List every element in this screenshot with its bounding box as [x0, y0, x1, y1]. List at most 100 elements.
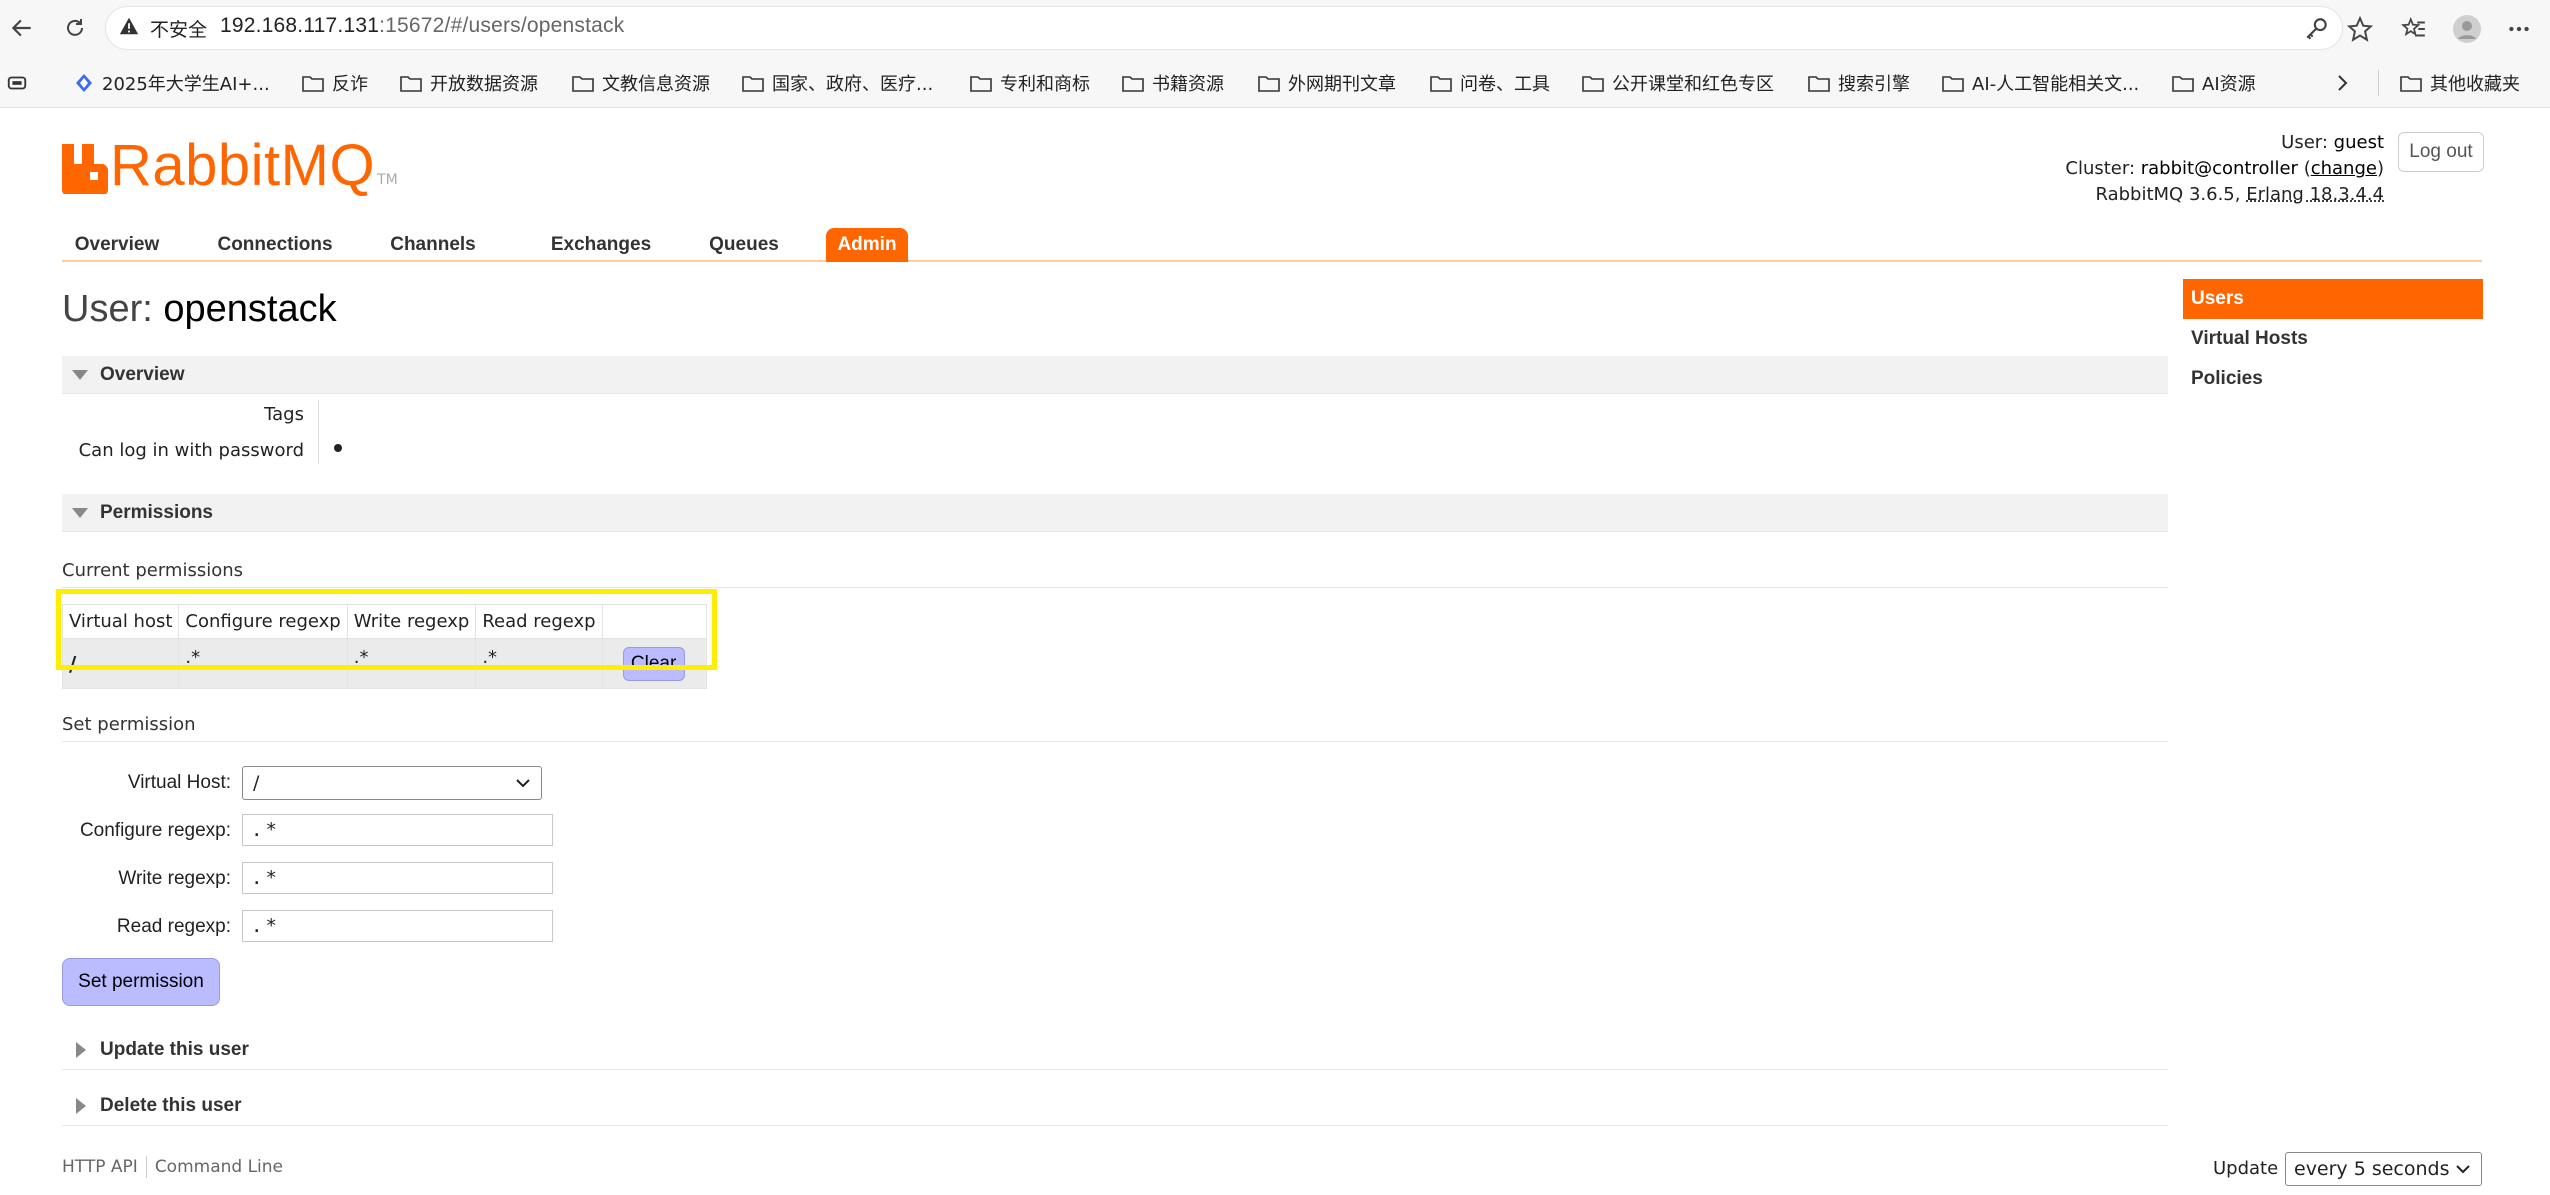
bookmark-label: 专利和商标 [1000, 74, 1090, 95]
bookmarks-bar: 2025年大学生AI+... 反诈 开放数据资源 文教信息资源 国家、政府、医疗… [0, 58, 2550, 108]
folder-icon [2400, 76, 2422, 92]
bookmark-folder[interactable]: 外网期刊文章 [1258, 70, 1396, 96]
section-heading: Overview [100, 363, 185, 385]
logo-trademark: TM [377, 172, 398, 188]
vhost-select[interactable]: / [242, 766, 542, 800]
bookmark-folder[interactable]: 国家、政府、医疗... [742, 70, 933, 96]
bookmark-folder[interactable]: 开放数据资源 [400, 70, 538, 96]
bookmark-folder[interactable]: 问卷、工具 [1430, 70, 1550, 96]
tab-overview[interactable]: Overview [62, 228, 172, 262]
set-permission-button[interactable]: Set permission [62, 958, 220, 1006]
bookmark-label: 反诈 [332, 74, 368, 95]
bookmark-item[interactable]: 2025年大学生AI+... [74, 70, 270, 96]
write-regexp-input[interactable]: .* [242, 862, 553, 894]
folder-icon [742, 76, 764, 92]
command-line-link[interactable]: Command Line [155, 1157, 283, 1177]
bookmark-folder[interactable]: 公开课堂和红色专区 [1582, 70, 1774, 96]
tab-channels[interactable]: Channels [380, 228, 486, 262]
cluster-line: Cluster: rabbit@controller (change) [2065, 158, 2384, 179]
bookmark-folder[interactable]: 反诈 [302, 70, 368, 96]
reload-icon[interactable] [55, 8, 95, 48]
cluster-name: rabbit@controller [2140, 158, 2298, 179]
security-label[interactable]: 不安全 [150, 15, 207, 42]
triangle-down-icon [72, 369, 88, 380]
folder-icon [302, 76, 324, 92]
input-value: .* [251, 867, 280, 889]
bookmark-folder[interactable]: 搜索引擎 [1808, 70, 1910, 96]
set-permission-heading: Set permission [62, 714, 2168, 742]
favorites-icon[interactable] [2397, 12, 2431, 46]
bookmark-label: 2025年大学生AI+... [102, 74, 270, 95]
chevron-down-icon [516, 779, 530, 788]
bookmark-folder[interactable]: 书籍资源 [1122, 70, 1224, 96]
folder-icon [572, 76, 594, 92]
kv-divider [318, 400, 319, 464]
rabbitmq-version: RabbitMQ 3.6.5, [2095, 184, 2241, 205]
folder-icon [1582, 76, 1604, 92]
url-path: :15672/#/users/openstack [379, 14, 625, 37]
bookmark-folder[interactable]: 专利和商标 [970, 70, 1090, 96]
tab-exchanges[interactable]: Exchanges [536, 228, 666, 262]
tags-label: Tags [264, 404, 304, 425]
tab-connections[interactable]: Connections [206, 228, 344, 262]
page-title-username: openstack [163, 288, 337, 330]
page-content: RabbitMQ TM User: guest Cluster: rabbit@… [0, 108, 2550, 1195]
bookmark-label: 文教信息资源 [602, 74, 710, 95]
profile-avatar-icon[interactable] [2450, 12, 2484, 46]
delete-user-section-toggle[interactable]: Delete this user [62, 1086, 2168, 1126]
url-text[interactable]: 192.168.117.131:15672/#/users/openstack [220, 14, 624, 38]
warning-icon[interactable] [118, 15, 140, 41]
input-value: .* [251, 915, 280, 937]
chevron-right-icon[interactable] [2334, 70, 2350, 96]
tab-actions-icon[interactable] [6, 70, 28, 96]
current-user: guest [2333, 132, 2384, 153]
section-heading: Update this user [100, 1038, 249, 1060]
chevron-down-icon [2456, 1165, 2470, 1174]
key-icon[interactable] [2300, 12, 2334, 46]
read-regexp-input[interactable]: .* [242, 910, 553, 942]
star-icon[interactable] [2343, 12, 2377, 46]
back-arrow-icon[interactable] [2, 8, 42, 48]
bookmark-label: 国家、政府、医疗... [772, 74, 934, 95]
input-value: .* [251, 819, 280, 841]
http-api-link[interactable]: HTTP API [62, 1157, 138, 1177]
current-permissions-heading: Current permissions [62, 560, 2168, 588]
side-nav-policies[interactable]: Policies [2183, 359, 2483, 399]
bookmark-label: AI-人工智能相关文... [1972, 74, 2140, 95]
triangle-down-icon [72, 507, 88, 518]
folder-icon [970, 76, 992, 92]
configure-regexp-input[interactable]: .* [242, 814, 553, 846]
side-nav-virtual-hosts[interactable]: Virtual Hosts [2183, 319, 2483, 359]
main-nav: Overview Connections Channels Exchanges … [62, 222, 2482, 262]
logout-button[interactable]: Log out [2398, 132, 2484, 172]
tab-admin[interactable]: Admin [826, 228, 908, 262]
overview-section-toggle[interactable]: Overview [62, 356, 2168, 394]
tab-queues[interactable]: Queues [698, 228, 790, 262]
logo-text: RabbitMQ [110, 133, 376, 198]
page-title: User: openstack [62, 288, 337, 331]
erlang-version: Erlang 18.3.4.4 [2246, 184, 2384, 205]
bookmark-folder[interactable]: AI-人工智能相关文... [1942, 70, 2139, 96]
triangle-right-icon [76, 1097, 86, 1114]
more-menu-icon[interactable] [2502, 12, 2536, 46]
triangle-right-icon [76, 1041, 86, 1058]
permissions-section-toggle[interactable]: Permissions [62, 494, 2168, 532]
rabbitmq-logo-icon [62, 144, 108, 194]
change-cluster-link[interactable]: change [2311, 158, 2377, 179]
rabbitmq-logo[interactable]: RabbitMQ TM [62, 133, 398, 198]
user-info-panel: User: guest Cluster: rabbit@controller (… [2065, 130, 2384, 208]
bookmark-label: 开放数据资源 [430, 74, 538, 95]
vhost-selected-value: / [253, 772, 260, 794]
bookmark-folder[interactable]: 文教信息资源 [572, 70, 710, 96]
update-interval-label: Update [2213, 1158, 2279, 1179]
browser-toolbar: 不安全 192.168.117.131:15672/#/users/openst… [0, 0, 2550, 58]
section-heading: Delete this user [100, 1094, 242, 1116]
bookmark-folder[interactable]: AI资源 [2172, 70, 2256, 96]
folder-icon [1808, 76, 1830, 92]
bookmark-label: 公开课堂和红色专区 [1612, 74, 1774, 95]
side-nav-users[interactable]: Users [2183, 279, 2483, 319]
update-interval-select[interactable]: every 5 seconds [2285, 1152, 2482, 1186]
update-user-section-toggle[interactable]: Update this user [62, 1030, 2168, 1070]
can-login-label: Can log in with password [78, 440, 304, 461]
other-bookmarks-folder[interactable]: 其他收藏夹 [2400, 70, 2520, 96]
